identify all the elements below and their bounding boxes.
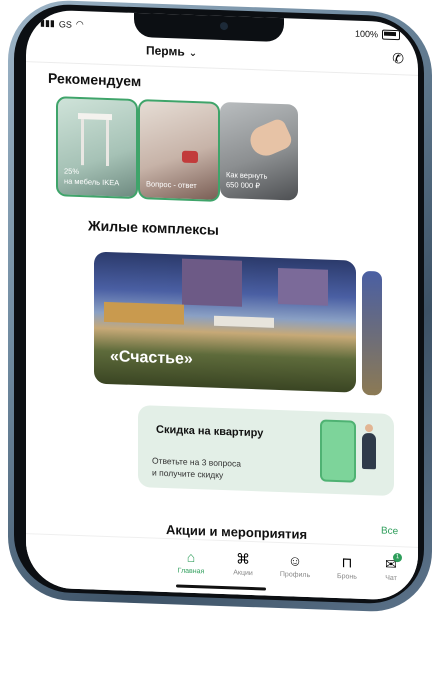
- app-screen: ▮▮▮ GS ◠ 100% Пермь ⌄ ✆ Рекомендуем 25% на…: [26, 9, 418, 601]
- building-image: [182, 258, 242, 307]
- chevron-down-icon: ⌄: [188, 47, 198, 60]
- home-icon: ⌂: [186, 548, 196, 566]
- recommend-card-refund[interactable]: Как вернуть 650 000 ₽: [220, 101, 298, 201]
- tab-promos[interactable]: ⌘ Акции: [218, 549, 268, 578]
- chair-image: [182, 150, 198, 164]
- tab-label: Бронь: [337, 573, 357, 581]
- tab-booking[interactable]: ⊓ Бронь: [322, 552, 372, 581]
- discount-banner[interactable]: Скидка на квартиру Ответьте на 3 вопроса…: [138, 405, 394, 497]
- tab-label: Акции: [233, 569, 253, 578]
- battery-icon: [382, 29, 400, 41]
- chat-badge: 1: [393, 552, 402, 563]
- complexes-title: Жилые комплексы: [88, 217, 219, 238]
- chat-icon: ✉: [385, 555, 397, 573]
- phone-mockup: ▮▮▮ GS ◠ 100% Пермь ⌄ ✆ Рекомендуем 25% на…: [0, 0, 439, 674]
- promos-all-link[interactable]: Все: [381, 526, 398, 538]
- tag-icon: ⌘: [236, 550, 250, 567]
- carrier-label: GS: [58, 18, 72, 30]
- tab-label: Профиль: [279, 571, 311, 580]
- profile-icon: ☺: [287, 552, 303, 569]
- table-image: [78, 112, 112, 169]
- tab-home[interactable]: ⌂ Главная: [166, 547, 216, 576]
- wifi-icon: ◠: [75, 18, 84, 30]
- building-facade: [214, 315, 274, 328]
- signal-icon: ▮▮▮: [40, 17, 55, 29]
- discount-line: Ответьте на 3 вопроса: [152, 455, 241, 469]
- complex-card[interactable]: «Счастье»: [94, 251, 356, 393]
- person-illustration-icon: [362, 432, 376, 470]
- city-selector[interactable]: Пермь ⌄: [146, 43, 197, 59]
- phone-illustration-icon: [320, 419, 356, 483]
- card-caption-line: Вопрос - ответ: [146, 179, 197, 191]
- tab-label: Чат: [385, 574, 397, 583]
- building-image: [278, 267, 328, 306]
- discount-line: и получите скидку: [152, 467, 224, 481]
- tab-profile[interactable]: ☺ Профиль: [270, 551, 320, 580]
- city-label: Пермь: [146, 43, 185, 59]
- card-caption-line: на мебель IKEA: [64, 176, 120, 188]
- complex-card-next[interactable]: [362, 270, 382, 396]
- discount-title: Скидка на квартиру: [156, 423, 264, 440]
- tab-label: Главная: [177, 567, 205, 576]
- recommend-card-faq[interactable]: Вопрос - ответ: [138, 99, 220, 202]
- lock-icon: ⊓: [341, 554, 353, 571]
- home-indicator: [176, 584, 266, 591]
- hand-image: [245, 117, 295, 161]
- complex-title: «Счастье»: [110, 348, 193, 368]
- battery-label: 100%: [354, 28, 378, 40]
- building-lights: [104, 301, 184, 325]
- recommend-title: Рекомендуем: [48, 69, 142, 90]
- phone-icon[interactable]: ✆: [392, 50, 404, 67]
- tab-chat[interactable]: ✉ 1 Чат: [366, 552, 416, 583]
- card-caption-line: 650 000 ₽: [226, 180, 260, 191]
- recommend-card-ikea[interactable]: 25% на мебель IKEA: [56, 96, 138, 200]
